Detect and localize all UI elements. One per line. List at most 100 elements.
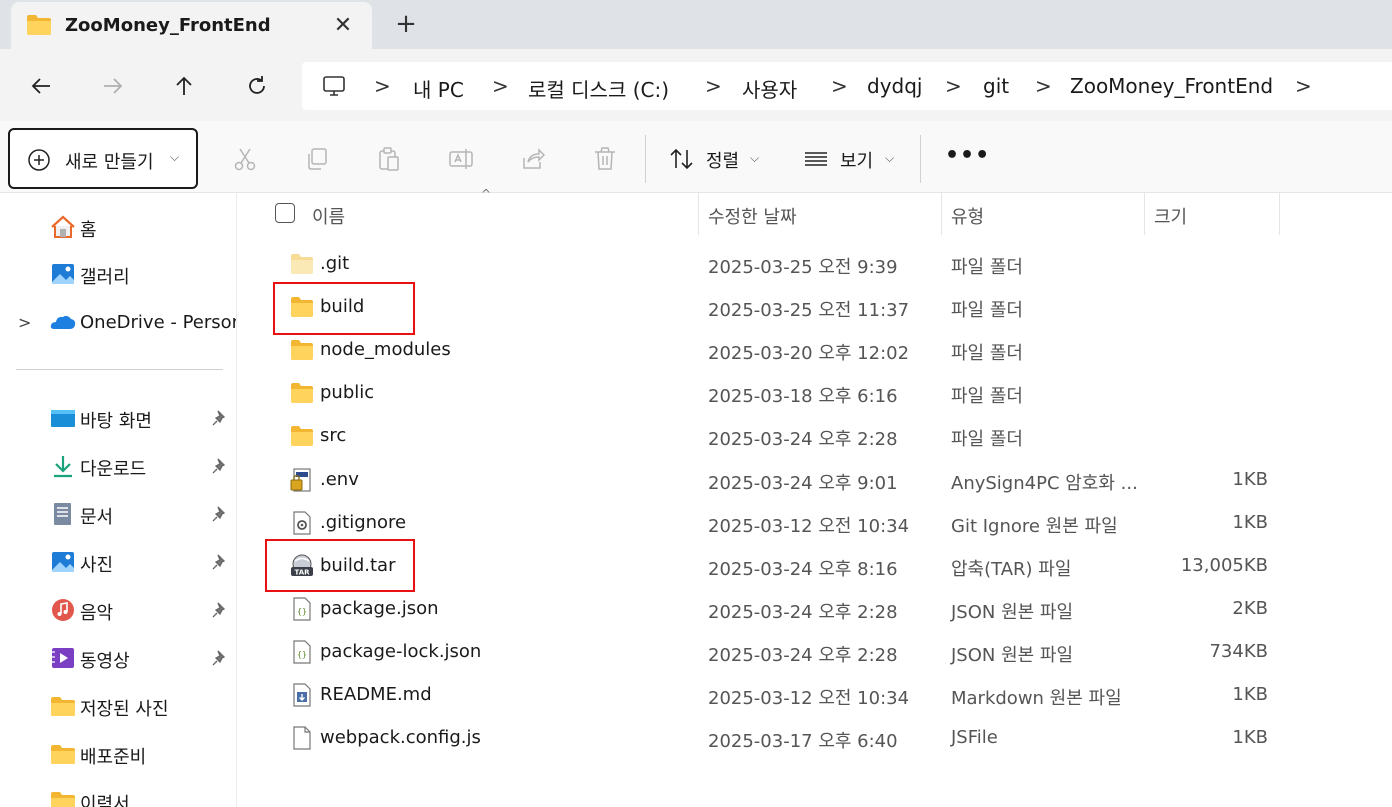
file-row[interactable]: .env 2025-03-24 오후 9:01 AnySign4PC 암호화 ...… (237, 459, 1392, 502)
refresh-button[interactable] (240, 69, 274, 103)
file-date-modified: 2025-03-18 오후 6:16 (708, 386, 898, 408)
close-tab-icon[interactable]: ✕ (329, 11, 357, 39)
delete-icon[interactable] (592, 146, 618, 172)
file-size: 1KB (1232, 727, 1268, 749)
new-tab-button[interactable]: + (392, 9, 420, 39)
file-date-modified: 2025-03-24 오후 2:28 (708, 644, 898, 666)
desktop-icon (51, 410, 75, 427)
view-list-icon[interactable] (803, 146, 829, 172)
file-name: public (320, 382, 375, 404)
chevron-down-icon: ⌵ (750, 151, 760, 165)
file-row[interactable]: {} package-lock.json 2025-03-24 오후 2:28 JSO… (237, 631, 1392, 674)
file-name: .git (320, 253, 350, 274)
share-icon[interactable] (520, 146, 546, 172)
file-size: 734KB (1209, 640, 1268, 662)
breadcrumb-local-disk[interactable]: 로컬 디스크 (C:) (528, 74, 669, 103)
folder-icon (51, 745, 75, 764)
tab-zoomoney[interactable]: ZooMoney_FrontEnd ✕ (11, 2, 372, 49)
address-bar[interactable]: > 내 PC > 로컬 디스크 (C:) > 사용자 > dydqj > git… (302, 62, 1392, 110)
pin-icon[interactable] (212, 650, 228, 666)
file-row[interactable]: public 2025-03-18 오후 6:16 파일 폴더 (237, 372, 1392, 415)
sidebar-item-saved-pictures[interactable]: 저장된 사진 (0, 686, 236, 726)
breadcrumb-users[interactable]: 사용자 (742, 74, 797, 103)
file-row[interactable]: node_modules 2025-03-20 오후 12:02 파일 폴더 (237, 329, 1392, 372)
toolbar-divider (645, 135, 646, 183)
pictures-icon (52, 552, 74, 572)
file-name: package-lock.json (320, 640, 482, 662)
file-row[interactable]: {} package.json 2025-03-24 오후 2:28 JSON 원본 … (237, 588, 1392, 631)
up-button[interactable] (167, 69, 201, 103)
file-name: README.md (320, 684, 432, 705)
more-options-button[interactable]: ••• (945, 143, 990, 168)
chevron-down-icon: ⌵ (170, 150, 180, 164)
sidebar-item-desktop[interactable]: 바탕 화면 (0, 398, 236, 438)
arrow-left-icon (31, 78, 50, 94)
breadcrumb-separator[interactable]: > (1295, 74, 1312, 98)
onedrive-icon (50, 315, 76, 329)
breadcrumb-user[interactable]: dydqj (867, 74, 922, 98)
computer-icon (323, 76, 345, 96)
file-type: 파일 폴더 (951, 386, 1023, 408)
file-date-modified: 2025-03-24 오후 2:28 (708, 601, 898, 623)
cut-icon[interactable] (232, 146, 258, 172)
sidebar-item-videos[interactable]: 동영상 (0, 638, 236, 678)
svg-text:{}: {} (297, 650, 307, 659)
sort-icon[interactable] (669, 146, 695, 172)
sidebar-item-onedrive[interactable]: > OneDrive - Persona (0, 303, 237, 343)
column-header-date[interactable]: 수정한 날짜 (708, 203, 797, 229)
folder-icon (27, 15, 51, 35)
forward-button[interactable] (96, 69, 130, 103)
breadcrumb-current-folder[interactable]: ZooMoney_FrontEnd (1070, 74, 1273, 98)
pin-icon[interactable] (212, 458, 228, 474)
file-type: AnySign4PC 암호화 ... (951, 472, 1138, 494)
pin-icon[interactable] (212, 554, 228, 570)
sidebar-item-deploy-prep[interactable]: 배포준비 (0, 734, 236, 774)
file-type: 파일 폴더 (951, 343, 1023, 365)
column-header-size[interactable]: 크기 (1154, 203, 1187, 229)
column-header-type[interactable]: 유형 (951, 203, 984, 229)
paste-icon[interactable] (376, 146, 402, 172)
file-date-modified: 2025-03-20 오후 12:02 (708, 343, 910, 365)
copy-icon[interactable] (304, 146, 330, 172)
sidebar-item-music[interactable]: 음악 (0, 590, 236, 630)
column-header-name[interactable]: 이름 (312, 203, 345, 229)
file-row[interactable]: .git 2025-03-25 오전 9:39 파일 폴더 (237, 243, 1392, 286)
sidebar-item-gallery[interactable]: 갤러리 (0, 254, 236, 294)
sidebar-item-downloads[interactable]: 다운로드 (0, 446, 236, 486)
file-row[interactable]: webpack.config.js 2025-03-17 오후 6:40 JSFil… (237, 717, 1392, 760)
sort-button[interactable]: 정렬 (706, 147, 739, 173)
file-row[interactable]: README.md 2025-03-12 오전 10:34 Markdown 원본 … (237, 674, 1392, 717)
rename-icon[interactable] (448, 146, 474, 172)
tab-strip: ZooMoney_FrontEnd ✕ + (0, 0, 1392, 49)
breadcrumb-this-pc[interactable]: 내 PC (413, 74, 464, 103)
select-all-checkbox[interactable] (275, 203, 295, 223)
file-type: 압축(TAR) 파일 (951, 558, 1072, 580)
sidebar-item-label: 바탕 화면 (80, 411, 152, 432)
navigation-bar: > 내 PC > 로컬 디스크 (C:) > 사용자 > dydqj > git… (0, 49, 1392, 121)
column-divider[interactable] (1279, 193, 1280, 235)
chevron-right-icon[interactable]: > (18, 313, 31, 332)
pin-icon[interactable] (212, 602, 228, 618)
column-header-row: ^ 이름 수정한 날짜 유형 크기 (237, 187, 1392, 235)
file-row[interactable]: src 2025-03-24 오후 2:28 파일 폴더 (237, 415, 1392, 458)
file-date-modified: 2025-03-24 오후 9:01 (708, 472, 898, 494)
sidebar-item-pictures[interactable]: 사진 (0, 542, 236, 582)
view-button[interactable]: 보기 (840, 147, 873, 173)
column-divider[interactable] (698, 193, 699, 235)
back-button[interactable] (24, 69, 58, 103)
new-button[interactable]: 새로 만들기 ⌵ (8, 128, 198, 189)
sidebar-item-label: OneDrive - Persona (80, 312, 237, 333)
file-date-modified: 2025-03-17 오후 6:40 (708, 731, 898, 753)
sidebar-item-resume[interactable]: 이력서 (0, 781, 236, 807)
sidebar-item-label: 갤러리 (80, 267, 130, 288)
pin-icon[interactable] (212, 506, 228, 522)
column-divider[interactable] (941, 193, 942, 235)
column-divider[interactable] (1144, 193, 1145, 235)
svg-text:{}: {} (297, 607, 307, 616)
sidebar-item-documents[interactable]: 문서 (0, 494, 236, 534)
breadcrumb-git[interactable]: git (983, 74, 1009, 98)
sidebar-item-label: 사진 (80, 555, 114, 576)
sidebar-item-home[interactable]: 홈 (0, 207, 236, 247)
pin-icon[interactable] (212, 410, 228, 426)
navigation-pane: 홈 갤러리 > OneDrive - Persona 바탕 화면 다운로드 문서… (0, 193, 237, 807)
